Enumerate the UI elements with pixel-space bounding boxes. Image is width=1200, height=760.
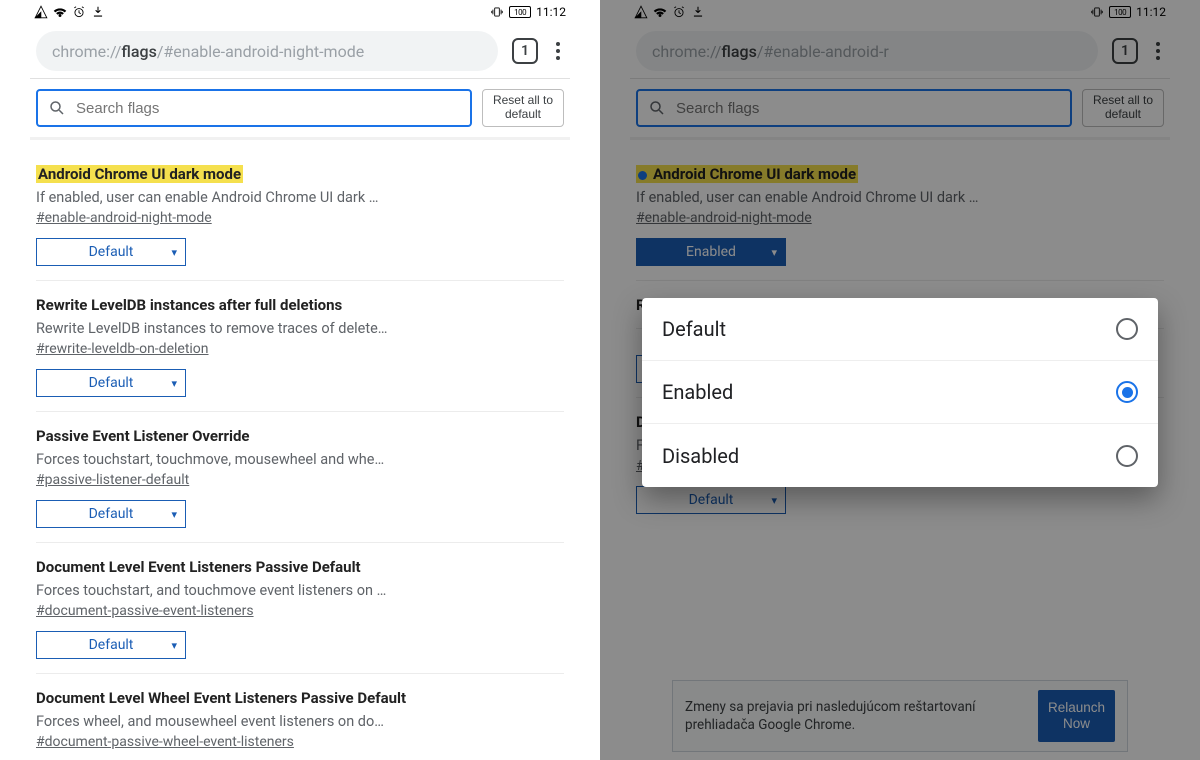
menu-option[interactable]: Enabled bbox=[642, 361, 1158, 424]
flag-title: Rewrite LevelDB instances after full del… bbox=[36, 296, 342, 314]
alarm-icon bbox=[72, 5, 86, 19]
flag-item: Android Chrome UI dark mode If enabled, u… bbox=[36, 150, 564, 281]
flag-item: Rewrite LevelDB instances after full del… bbox=[36, 281, 564, 412]
flags-list: Android Chrome UI dark mode If enabled, u… bbox=[30, 150, 570, 760]
wifi-icon bbox=[53, 5, 67, 19]
screenshot-right: 100 11:12 chrome://flags/#enable-android… bbox=[600, 0, 1200, 760]
menu-option-label: Enabled bbox=[662, 380, 733, 404]
download-icon bbox=[91, 5, 105, 19]
flag-value-select[interactable]: Default bbox=[36, 369, 186, 397]
address-bar[interactable]: chrome://flags/#enable-android-night-mod… bbox=[36, 31, 498, 71]
flag-item: Document Level Event Listeners Passive D… bbox=[36, 543, 564, 674]
flag-value-select[interactable]: Default bbox=[36, 631, 186, 659]
flag-anchor-link[interactable]: #enable-android-night-mode bbox=[36, 210, 212, 226]
status-bar: 100 11:12 bbox=[30, 0, 570, 24]
signal-icon bbox=[34, 5, 48, 19]
flag-anchor-link[interactable]: #document-passive-event-listeners bbox=[36, 603, 254, 619]
flag-value-select[interactable]: Default bbox=[36, 500, 186, 528]
flag-description: Forces touchstart, touchmove, mousewheel… bbox=[36, 451, 564, 468]
radio-icon bbox=[1116, 381, 1138, 403]
flag-value-menu: Default Enabled Disabled bbox=[642, 298, 1158, 487]
radio-icon bbox=[1116, 318, 1138, 340]
menu-option-label: Disabled bbox=[662, 444, 739, 468]
flag-description: Forces wheel, and mousewheel event liste… bbox=[36, 713, 564, 730]
flag-value-select[interactable]: Default bbox=[36, 238, 186, 266]
overflow-menu-icon[interactable] bbox=[552, 38, 564, 64]
radio-icon bbox=[1116, 445, 1138, 467]
reset-all-button[interactable]: Reset all to default bbox=[482, 89, 564, 127]
search-icon bbox=[48, 99, 66, 117]
flag-item: Passive Event Listener Override Forces to… bbox=[36, 412, 564, 543]
flag-title: Android Chrome UI dark mode bbox=[36, 165, 243, 183]
menu-option[interactable]: Disabled bbox=[642, 424, 1158, 487]
flag-title: Passive Event Listener Override bbox=[36, 427, 250, 445]
flag-description: Rewrite LevelDB instances to remove trac… bbox=[36, 320, 564, 337]
search-input[interactable] bbox=[76, 100, 460, 117]
browser-toolbar: chrome://flags/#enable-android-night-mod… bbox=[30, 24, 570, 78]
clock-text: 11:12 bbox=[536, 5, 566, 19]
flags-search-box[interactable] bbox=[36, 89, 472, 127]
flag-anchor-link[interactable]: #document-passive-wheel-event-listeners bbox=[36, 734, 294, 750]
flag-description: Forces touchstart, and touchmove event l… bbox=[36, 582, 564, 599]
menu-option[interactable]: Default bbox=[642, 298, 1158, 361]
flag-title: Document Level Wheel Event Listeners Pas… bbox=[36, 689, 406, 707]
flag-title: Document Level Event Listeners Passive D… bbox=[36, 558, 361, 576]
flag-anchor-link[interactable]: #passive-listener-default bbox=[36, 472, 189, 488]
flag-description: If enabled, user can enable Android Chro… bbox=[36, 189, 564, 206]
screenshot-left: 100 11:12 chrome://flags/#enable-android… bbox=[0, 0, 600, 760]
vibrate-icon bbox=[490, 5, 504, 19]
flag-item: Document Level Wheel Event Listeners Pas… bbox=[36, 674, 564, 760]
flag-anchor-link[interactable]: #rewrite-leveldb-on-deletion bbox=[36, 341, 209, 357]
menu-option-label: Default bbox=[662, 317, 726, 341]
tab-switcher-button[interactable]: 1 bbox=[512, 38, 538, 64]
battery-indicator: 100 bbox=[509, 6, 531, 18]
